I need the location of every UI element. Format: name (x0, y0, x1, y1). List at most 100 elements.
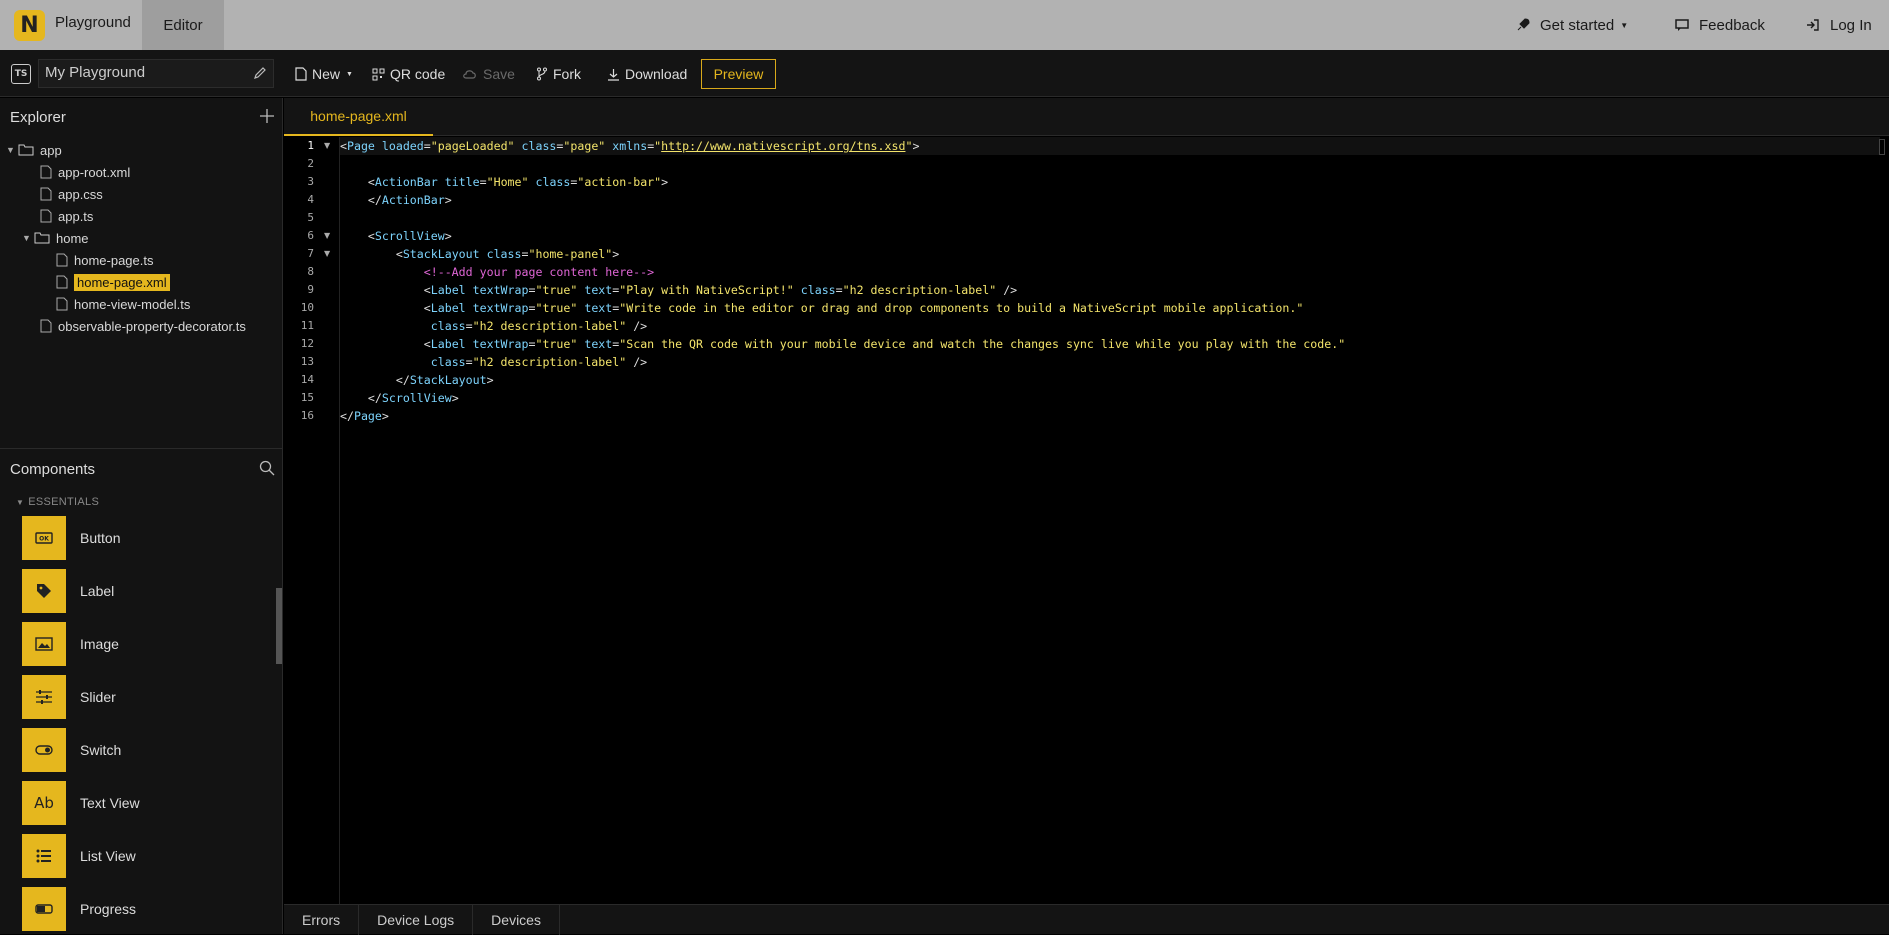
editor-toolbar: TS My Playground New ▼ QR code Save Fork… (0, 50, 1889, 97)
folder-open-icon (34, 232, 50, 244)
component-slider[interactable]: Slider (22, 675, 262, 719)
line-gutter: 1 ▼ 2 3 4 5 6 ▼ 7 ▼ 8 9 10 11 12 13 14 1… (284, 137, 340, 904)
qr-code-button[interactable]: QR code (372, 62, 445, 86)
ts-file-icon (56, 297, 68, 311)
nativescript-logo-icon[interactable]: N (14, 10, 45, 41)
progress-icon (22, 887, 66, 931)
tab-devices[interactable]: Devices (473, 905, 560, 935)
component-switch[interactable]: Switch (22, 728, 262, 772)
qr-code-icon (372, 68, 385, 80)
text-ab-icon: Ab (22, 781, 66, 825)
editor-scrollbar[interactable] (1879, 139, 1885, 155)
tree-item-label: home-page.xml (74, 273, 170, 291)
line-number: 1 (307, 139, 314, 152)
code-line-15: </ScrollView> (367, 391, 459, 405)
brand-playground-link[interactable]: Playground (55, 14, 131, 31)
tab-device-logs[interactable]: Device Logs (359, 905, 474, 935)
svg-text:OK: OK (39, 536, 49, 543)
line-number: 5 (307, 211, 314, 224)
fold-toggle-icon[interactable]: ▼ (324, 227, 330, 245)
cloud-upload-icon (463, 70, 476, 79)
login-link[interactable]: Log In (1806, 0, 1872, 50)
code-line-6: <ScrollView> (367, 229, 452, 243)
bottom-panel-tabs: Errors Device Logs Devices (284, 904, 1889, 935)
component-text-view[interactable]: Ab Text View (22, 781, 262, 825)
search-icon[interactable] (259, 460, 275, 476)
line-number: 10 (300, 301, 314, 314)
css-file-icon (40, 187, 52, 201)
line-number: 16 (300, 409, 314, 422)
line-number: 11 (300, 319, 314, 332)
pencil-icon[interactable] (253, 66, 267, 80)
tree-item-label: app.css (58, 186, 103, 202)
tree-folder-home[interactable]: ▼ home (22, 228, 89, 248)
tab-errors[interactable]: Errors (284, 905, 360, 935)
tree-file-app-css[interactable]: app.css (40, 184, 103, 204)
playground-name-value: My Playground (45, 64, 146, 81)
xml-file-icon (40, 165, 52, 179)
login-label: Log In (1830, 16, 1872, 34)
chevron-down-icon: ▼ (1620, 20, 1629, 30)
get-started-dropdown[interactable]: Get started ▼ (1516, 0, 1628, 50)
component-label-text: Slider (80, 689, 116, 705)
component-image[interactable]: Image (22, 622, 262, 666)
download-icon (608, 68, 619, 81)
explorer-header: Explorer (0, 98, 283, 136)
fold-toggle-icon[interactable]: ▼ (324, 245, 330, 263)
playground-name-field[interactable]: My Playground (38, 59, 274, 88)
login-icon (1807, 19, 1819, 31)
nav-editor-tab[interactable]: Editor (142, 0, 224, 50)
chevron-down-icon: ▼ (6, 145, 15, 155)
component-label[interactable]: Label (22, 569, 262, 613)
code-line-11: class="h2 description-label" /> (430, 319, 648, 333)
component-button[interactable]: OK Button (22, 516, 262, 560)
line-number: 12 (300, 337, 314, 350)
component-list-view[interactable]: List View (22, 834, 262, 878)
tree-file-app-root-xml[interactable]: app-root.xml (40, 162, 130, 182)
component-label-text: Image (80, 636, 119, 652)
tree-file-home-page-xml[interactable]: home-page.xml (56, 272, 170, 292)
tree-folder-app[interactable]: ▼ app (6, 140, 62, 160)
add-file-icon[interactable] (259, 108, 275, 124)
tab-home-page-xml[interactable]: home-page.xml (284, 98, 433, 136)
ts-file-icon (40, 319, 52, 333)
fold-toggle-icon[interactable]: ▼ (324, 137, 330, 155)
tree-item-label: app.ts (58, 208, 94, 224)
chat-icon (1675, 19, 1689, 31)
fork-button[interactable]: Fork (536, 62, 581, 86)
save-button[interactable]: Save (462, 62, 515, 86)
code-line-14: </StackLayout> (395, 373, 494, 387)
tree-item-label: home-view-model.ts (74, 296, 191, 312)
new-button[interactable]: New ▼ (295, 62, 353, 86)
code-line-1: <Page loaded="pageLoaded" class="page" x… (340, 137, 1880, 155)
folder-open-icon (18, 144, 34, 156)
xml-file-icon (56, 275, 68, 289)
section-essentials[interactable]: ▼ ESSENTIALS (16, 496, 99, 508)
components-header: Components (0, 450, 283, 488)
tree-file-home-page-ts[interactable]: home-page.ts (56, 250, 154, 270)
typescript-icon: TS (11, 64, 31, 84)
list-icon (22, 834, 66, 878)
component-progress[interactable]: Progress (22, 887, 262, 931)
code-line-12: <Label textWrap="true" text="Scan the QR… (423, 337, 1346, 351)
tree-file-observable-property-decorator-ts[interactable]: observable-property-decorator.ts (40, 316, 246, 336)
tree-file-app-ts[interactable]: app.ts (40, 206, 93, 226)
chevron-down-icon: ▼ (346, 70, 353, 78)
image-icon (22, 622, 66, 666)
tree-file-home-view-model-ts[interactable]: home-view-model.ts (56, 294, 190, 314)
line-number: 2 (307, 157, 314, 170)
components-list: ▼ ESSENTIALS OK Button Label Image Slider… (0, 488, 283, 934)
chevron-down-icon: ▼ (16, 498, 25, 507)
download-button[interactable]: Download (607, 62, 687, 86)
panel-divider[interactable] (0, 448, 283, 449)
component-label: Button (80, 530, 121, 546)
editor-tabbar: home-page.xml (284, 98, 1889, 136)
feedback-link[interactable]: Feedback (1675, 0, 1765, 50)
preview-button[interactable]: Preview (701, 59, 776, 89)
get-started-label: Get started (1540, 16, 1615, 34)
section-label: ESSENTIALS (28, 496, 100, 508)
code-editor[interactable]: 1 ▼ 2 3 4 5 6 ▼ 7 ▼ 8 9 10 11 12 13 14 1… (284, 137, 1889, 904)
components-scrollbar[interactable] (276, 588, 282, 664)
sidebar: Explorer ▼ app app-root.xml app.css app.… (0, 98, 283, 934)
ts-file-icon (40, 209, 52, 223)
